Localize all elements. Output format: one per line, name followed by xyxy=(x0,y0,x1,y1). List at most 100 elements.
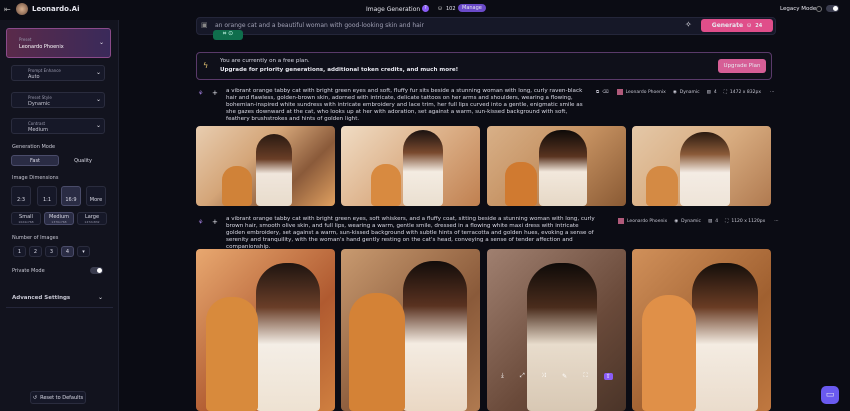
count-more-button[interactable]: ▾ xyxy=(77,246,90,257)
chevron-down-icon: ⌄ xyxy=(99,39,105,46)
ratio-label: 2:3 xyxy=(16,197,26,203)
more-icon[interactable]: ··· xyxy=(770,90,774,95)
help-icon[interactable]: ? xyxy=(422,5,429,12)
image-prompt-icon[interactable]: ▣ xyxy=(201,21,208,29)
upgrade-banner: ϟ You are currently on a free plan. Upgr… xyxy=(196,52,772,80)
download-icon[interactable]: ⤓ xyxy=(501,372,504,380)
ratio-2-3-button[interactable]: 2:3 xyxy=(11,186,31,206)
contrast-dropdown[interactable]: Contrast Medium ⌄ xyxy=(11,118,105,134)
edit-icon[interactable]: ✎ xyxy=(562,373,567,380)
reset-label: Reset to Defaults xyxy=(40,394,84,401)
count-4-button[interactable]: 4 xyxy=(61,246,74,257)
images-icon: ▧ xyxy=(708,218,713,224)
preset-label: Preset xyxy=(19,37,32,42)
banner-line-2: Upgrade for priority generations, additi… xyxy=(220,67,459,73)
prompt-bar: ▣ an orange cat and a beautiful woman wi… xyxy=(196,17,776,35)
brand-logo xyxy=(16,3,28,15)
chat-support-button[interactable]: ▭ xyxy=(821,386,839,404)
generate-cost: 24 xyxy=(755,22,763,29)
ratio-label: More xyxy=(89,197,103,203)
remix-icon[interactable]: ⚘ xyxy=(198,219,203,226)
image-toolbar: ⤓ ⤢ ⤨ ✎ ⛶ ⇧ xyxy=(493,369,621,383)
banner-line-1: You are currently on a free plan. xyxy=(220,58,310,64)
prompt-input[interactable]: an orange cat and a beautiful woman with… xyxy=(215,22,424,29)
fast-mode-button[interactable]: Fast xyxy=(11,155,59,166)
copy-icon[interactable]: ⧉ xyxy=(596,89,599,95)
delete-icon[interactable]: ⌫ xyxy=(602,90,608,95)
private-mode-toggle[interactable] xyxy=(90,267,103,274)
advanced-settings[interactable]: Advanced Settings xyxy=(12,295,70,301)
back-icon[interactable]: ⇤ xyxy=(4,5,11,14)
generated-image[interactable] xyxy=(632,249,771,411)
ratio-16-9-button[interactable]: 16:9 xyxy=(61,186,81,206)
count-3-button[interactable]: 3 xyxy=(45,246,58,257)
chevron-down-icon: ⌄ xyxy=(96,69,102,76)
size-dims: 1472x832 xyxy=(84,219,100,224)
prompt-tools[interactable]: ⌗ ⊙ xyxy=(213,30,243,40)
image-guidance-icon[interactable]: ⌗ xyxy=(223,30,226,37)
cat-figure xyxy=(222,166,252,206)
size-dims: 1024x768 xyxy=(18,219,34,224)
cat-figure xyxy=(642,295,696,411)
expand-icon[interactable]: ⤢ xyxy=(520,372,525,380)
token-icon: ⛁ xyxy=(747,22,752,29)
legacy-help-icon[interactable] xyxy=(816,6,822,12)
add-icon[interactable]: + xyxy=(212,218,218,226)
count-2-button[interactable]: 2 xyxy=(29,246,42,257)
woman-figure xyxy=(692,263,758,411)
generated-image[interactable] xyxy=(341,126,480,206)
size-medium-button[interactable]: Medium 1376x768 xyxy=(44,212,74,225)
ratio-more-button[interactable]: More xyxy=(86,186,106,206)
reset-to-defaults-button[interactable]: ↺ Reset to Defaults xyxy=(30,391,86,404)
woman-figure xyxy=(403,130,443,206)
remix-icon[interactable]: ⚘ xyxy=(198,90,203,97)
prompt-enhance-dropdown[interactable]: Prompt Enhance Auto ⌄ xyxy=(11,65,105,81)
images-icon: ▧ xyxy=(706,89,711,95)
motion-icon[interactable]: ⤨ xyxy=(541,372,546,380)
crop-icon[interactable]: ⛶ xyxy=(583,372,587,380)
private-mode-label: Private Mode xyxy=(12,268,45,274)
generated-image[interactable] xyxy=(196,126,335,206)
generation-meta: Leonardo Phoenix ◉ Dynamic ▧ 4 ⛶ 1120 x 112… xyxy=(618,218,779,224)
generated-image[interactable] xyxy=(341,249,480,411)
dims-icon: ⛶ xyxy=(725,219,729,224)
preset-style-label: Preset Style xyxy=(28,95,52,100)
style-icon: ◉ xyxy=(672,89,677,95)
token-icon: ⛁ xyxy=(438,6,443,12)
generated-image[interactable]: ⤓ ⤢ ⤨ ✎ ⛶ ⇧ xyxy=(487,249,626,411)
cat-figure xyxy=(349,293,405,411)
count-1-button[interactable]: 1 xyxy=(13,246,26,257)
sparkle-icon[interactable]: ✧ xyxy=(685,20,692,29)
lightning-icon: ϟ xyxy=(203,61,209,70)
upgrade-plan-button[interactable]: Upgrade Plan xyxy=(718,59,766,73)
generated-image[interactable] xyxy=(632,126,771,206)
generated-image[interactable] xyxy=(196,249,335,411)
generated-image[interactable] xyxy=(487,126,626,206)
generate-button[interactable]: Generate ⛁ 24 xyxy=(701,19,773,32)
ratio-label: 16:9 xyxy=(65,197,77,203)
woman-figure xyxy=(680,132,730,206)
cat-figure xyxy=(646,166,678,206)
preset-dropdown[interactable]: Preset Leonardo Phoenix ⌄ xyxy=(6,28,111,58)
size-large-button[interactable]: Large 1472x832 xyxy=(77,212,107,225)
image-count: 4 xyxy=(715,218,719,224)
location-icon[interactable]: ⊙ xyxy=(228,30,233,37)
chevron-down-icon: ⌄ xyxy=(96,96,102,103)
brand-name: Leonardo.Ai xyxy=(32,5,80,13)
quality-mode-button[interactable]: Quality xyxy=(59,155,107,166)
image-count: 4 xyxy=(713,89,717,95)
legacy-mode-toggle[interactable] xyxy=(826,5,839,12)
size-small-button[interactable]: Small 1024x768 xyxy=(11,212,41,225)
preset-style-dropdown[interactable]: Preset Style Dynamic ⌄ xyxy=(11,92,105,108)
upscale-icon[interactable]: ⇧ xyxy=(603,372,613,380)
image-dims: 1472 x 832px xyxy=(729,89,762,95)
style-name: Dynamic xyxy=(679,89,700,95)
style-icon: ◉ xyxy=(674,218,679,224)
generation-meta: ⧉ ⌫ Leonardo Phoenix ◉ Dynamic ▧ 4 ⛶ 1472 x … xyxy=(596,89,774,95)
model-name: Leonardo Phoenix xyxy=(625,89,666,95)
ratio-1-1-button[interactable]: 1:1 xyxy=(37,186,57,206)
sidebar: Preset Leonardo Phoenix ⌄ Prompt Enhance… xyxy=(0,20,119,411)
manage-button[interactable]: Manage xyxy=(458,4,486,12)
more-icon[interactable]: ··· xyxy=(774,219,778,224)
add-icon[interactable]: + xyxy=(212,89,218,97)
